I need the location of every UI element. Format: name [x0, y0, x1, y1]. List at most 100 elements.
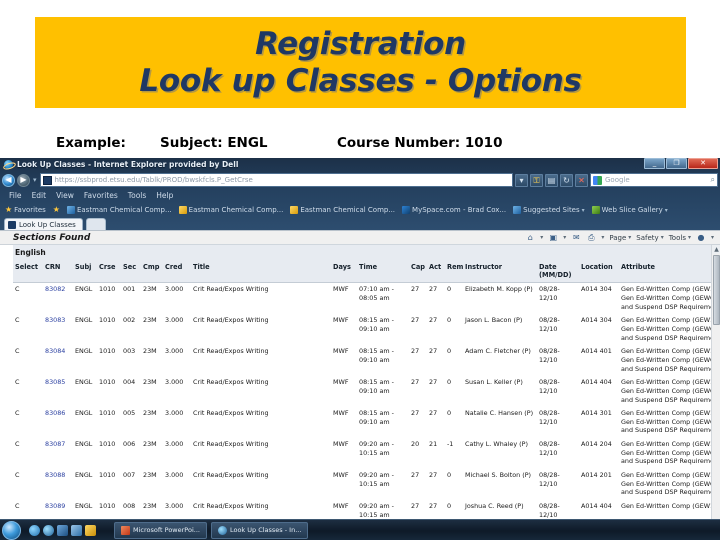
restore-button[interactable]: ❐ [666, 158, 687, 169]
cell-time: 08:15 am - 09:10 am [359, 378, 394, 395]
favorite-item-eastman-1[interactable]: Eastman Chemical Comp... [66, 206, 172, 214]
cell-subj: ENGL [75, 409, 93, 418]
cell-sec: 002 [123, 316, 136, 325]
favorite-item-eastman-3[interactable]: Eastman Chemical Comp... [290, 206, 395, 214]
cell-act: 27 [429, 409, 438, 418]
search-icon[interactable]: ⌕ [711, 175, 715, 185]
cell-time: 09:20 am - 10:15 am [359, 471, 394, 488]
scrollbar-thumb[interactable] [713, 255, 720, 325]
star-icon: ★ [5, 205, 13, 214]
favorites-button[interactable]: ★ Favorites [5, 205, 46, 215]
favicon-icon [290, 206, 299, 214]
cell-act: 27 [429, 285, 438, 294]
cell-crn[interactable]: 83083 [43, 314, 73, 345]
cell-crn[interactable]: 83085 [43, 376, 73, 407]
menu-item-view[interactable]: View [56, 191, 74, 200]
taskbar-button-look-up-classes[interactable]: Look Up Classes - In... [210, 521, 309, 539]
quick-launch-browser-icon[interactable] [43, 524, 54, 536]
table-row: C 83087 ENGL 1010 006 23M 3.000 Crit Read/Expos… [13, 438, 711, 469]
stop-icon[interactable]: ✕ [575, 173, 588, 187]
minimize-button[interactable]: _ [644, 158, 665, 169]
cell-cmp: 23M [143, 440, 157, 449]
menu-item-favorites[interactable]: Favorites [84, 191, 118, 200]
crn-link[interactable]: 83085 [45, 378, 65, 386]
favorite-label: Web Slice Gallery [601, 206, 663, 214]
cell-cred: 3.000 [165, 440, 184, 449]
table-row: C 83088 ENGL 1010 007 23M 3.000 Crit Read/Expos… [13, 469, 711, 500]
chevron-down-icon[interactable]: ▾ [665, 207, 668, 214]
crn-link[interactable]: 83086 [45, 409, 65, 417]
page-viewport: ⌂ ▾ ▣ ▾ ✉ ⎙ ▾ Page ▾ Safety ▾ Tools ▾ ● … [0, 230, 720, 540]
page-scrollbar[interactable]: ▲ ▼ [711, 245, 720, 540]
crn-link[interactable]: 83083 [45, 316, 65, 324]
favorite-item-eastman-2[interactable]: Eastman Chemical Comp... [178, 206, 283, 214]
lock-icon: ⚿ [530, 173, 543, 187]
crn-link[interactable]: 83089 [45, 502, 65, 510]
menu-item-tools[interactable]: Tools [128, 191, 146, 200]
google-icon [593, 175, 602, 185]
quick-launch-ie-icon[interactable] [29, 524, 40, 536]
crn-link[interactable]: 83087 [45, 440, 65, 448]
crn-link[interactable]: 83082 [45, 285, 65, 293]
address-input[interactable]: https://ssbprod.etsu.edu/Tablk/PROD/bwsk… [39, 173, 513, 187]
cell-title: Crit Read/Expos Writing [193, 378, 269, 387]
chevron-down-icon[interactable]: ▾ [582, 207, 585, 214]
chevron-down-icon[interactable]: ▾ [711, 234, 714, 241]
cell-crn[interactable]: 83082 [43, 283, 73, 314]
new-tab-button[interactable] [85, 218, 106, 230]
cell-crse: 1010 [99, 285, 116, 294]
window-title: Look Up Classes - Internet Explorer prov… [17, 160, 239, 169]
cell-date: 08/28-12/10 [539, 316, 560, 334]
address-url-text: https://ssbprod.etsu.edu/Tablk/PROD/bwsk… [54, 176, 253, 184]
cell-days: MWF [333, 378, 349, 387]
cell-title: Crit Read/Expos Writing [193, 316, 269, 325]
close-button[interactable]: ✕ [688, 158, 718, 169]
cell-date: 08/28-12/10 [539, 471, 560, 488]
cell-crn[interactable]: 83084 [43, 345, 73, 376]
cell-time: 08:15 am - 09:10 am [359, 409, 394, 426]
menu-item-file[interactable]: File [9, 191, 22, 200]
cell-title: Crit Read/Expos Writing [193, 409, 269, 418]
cell-location: A014 304 [581, 316, 612, 325]
favorite-label: MySpace.com - Brad Cox... [412, 206, 507, 214]
quick-launch-bar [29, 524, 96, 536]
cell-date: 08/28-12/10 [539, 440, 560, 457]
quick-launch-notes-icon[interactable] [85, 524, 96, 536]
cell-subj: ENGL [75, 316, 93, 325]
scroll-up-icon[interactable]: ▲ [712, 245, 720, 254]
search-input[interactable]: Google ⌕ [590, 173, 718, 187]
cell-sec: 003 [123, 347, 136, 356]
add-to-favorites-icon[interactable]: ★ [53, 206, 60, 214]
col-header-cap: Cap [409, 260, 427, 284]
col-header-location: Location [579, 260, 619, 284]
favorite-item-myspace[interactable]: MySpace.com - Brad Cox... [402, 206, 506, 214]
cell-cmp: 23M [143, 347, 157, 356]
forward-button[interactable]: ▶ [17, 173, 30, 187]
cell-attribute: Gen Ed-Written Comp (GEW1) and Gen Ed-Wr… [621, 440, 711, 466]
cell-attribute: Gen Ed-Written Comp (GEW1) and Gen Ed-Wr… [621, 378, 711, 404]
page-compat-icon[interactable]: ▤ [545, 173, 558, 187]
favorite-item-suggested-sites[interactable]: Suggested Sites ▾ [513, 206, 585, 214]
crn-link[interactable]: 83084 [45, 347, 65, 355]
quick-launch-media-icon[interactable] [57, 524, 68, 536]
cell-crn[interactable]: 83087 [43, 438, 73, 469]
table-row: C 83086 ENGL 1010 005 23M 3.000 Crit Read/Expos… [13, 407, 711, 438]
quick-launch-folder-icon[interactable] [71, 524, 82, 536]
refresh-icon[interactable]: ↻ [560, 173, 573, 187]
cell-subj: ENGL [75, 285, 93, 294]
taskbar-button-powerpoint[interactable]: Microsoft PowerPoi... [114, 521, 207, 539]
menu-item-edit[interactable]: Edit [32, 191, 47, 200]
recent-pages-chevron-down-icon[interactable]: ▾ [33, 176, 37, 184]
cell-crn[interactable]: 83088 [43, 469, 73, 500]
window-controls[interactable]: _ ❐ ✕ [644, 158, 718, 169]
compatibility-view-icon[interactable]: ▾ [515, 173, 528, 187]
cell-instructor: Adam C. Fletcher (P) [465, 347, 531, 356]
back-button[interactable]: ◀ [2, 173, 15, 187]
start-button-icon[interactable] [2, 520, 21, 540]
crn-link[interactable]: 83088 [45, 471, 65, 479]
favorite-item-web-slice-gallery[interactable]: Web Slice Gallery ▾ [591, 206, 668, 214]
cell-crn[interactable]: 83086 [43, 407, 73, 438]
tab-look-up-classes[interactable]: Look Up Classes [4, 218, 83, 230]
menu-item-help[interactable]: Help [156, 191, 173, 200]
col-header-instructor: Instructor [463, 260, 537, 284]
